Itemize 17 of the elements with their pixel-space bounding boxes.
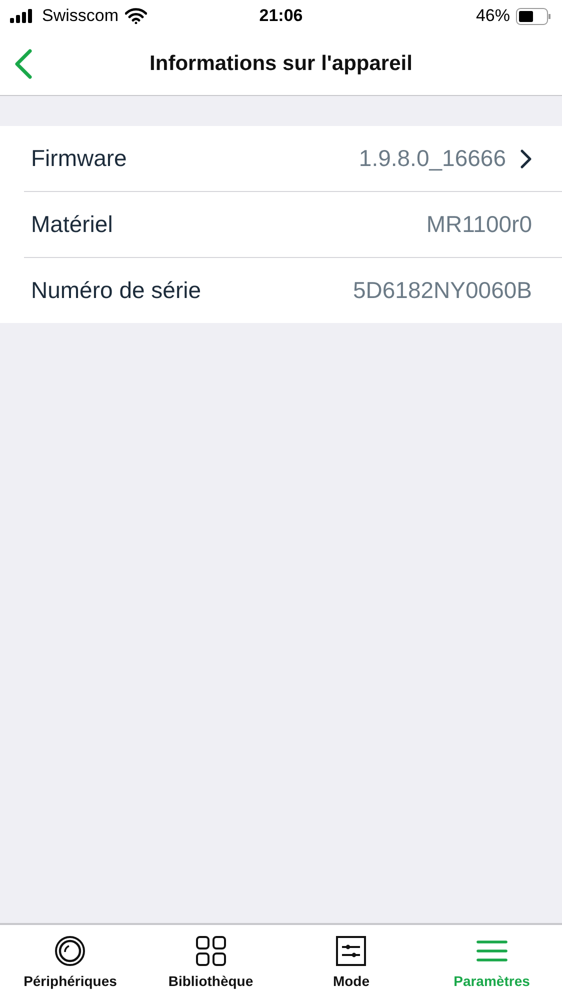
sliders-icon [335,935,368,967]
lens-icon [54,935,86,967]
tab-item[interactable]: Mode [281,925,422,999]
settings-row[interactable]: Firmware 1.9.8.0_16666 [24,126,562,192]
tab-item[interactable]: Bibliothèque [140,925,281,999]
battery-percent: 46% [476,6,510,26]
grid-icon [194,935,227,967]
info-row: Matériel MR1100r0 [24,192,562,258]
info-row-text: Numéro de série 5D6182NY0060B [30,276,533,305]
screen-title: Informations sur l'appareil [150,52,412,76]
carrier-name: Swisscom [42,6,119,26]
back-icon[interactable] [13,49,33,79]
tab-item[interactable]: Périphériques [0,925,140,999]
clock-time: 21:06 [258,6,304,26]
chevron-right-icon [520,148,532,168]
wifi-icon [124,8,147,24]
battery-icon [516,8,552,24]
